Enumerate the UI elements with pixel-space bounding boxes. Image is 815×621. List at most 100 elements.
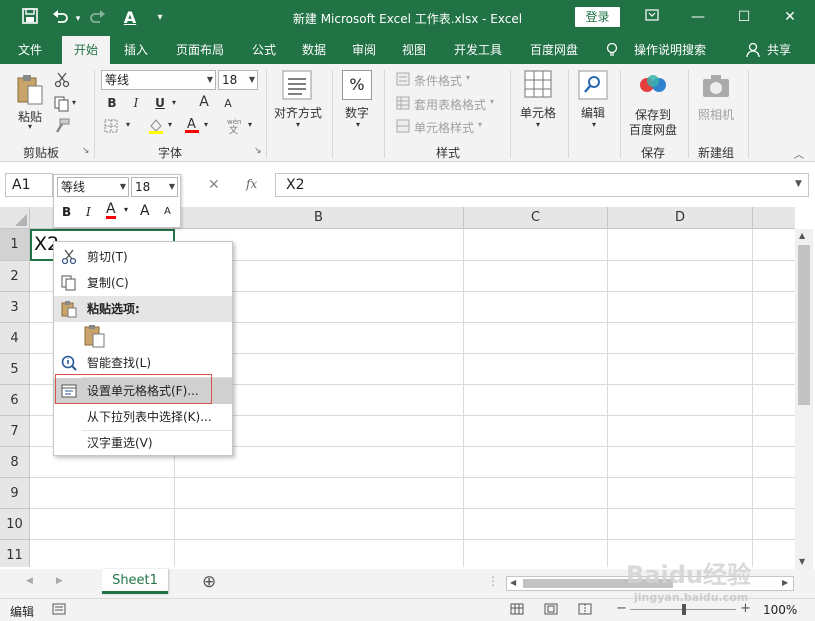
normal-view-icon[interactable] xyxy=(510,603,524,618)
login-button[interactable]: 登录 xyxy=(575,7,620,27)
macro-record-icon[interactable] xyxy=(52,603,66,618)
minimize-button[interactable]: — xyxy=(683,6,713,28)
table-format-button[interactable]: 套用表格格式 xyxy=(414,96,486,113)
camera-button-label[interactable]: 照相机 xyxy=(692,106,740,123)
number-button-label[interactable]: 数字 xyxy=(336,104,378,121)
tab-home[interactable]: 开始 xyxy=(62,36,110,64)
format-painter-icon[interactable] xyxy=(54,118,70,137)
scroll-up-icon[interactable]: ▲ xyxy=(799,231,805,240)
scroll-left-icon[interactable]: ◀ xyxy=(510,578,516,587)
page-layout-view-icon[interactable] xyxy=(544,603,558,618)
copy-dropdown-icon[interactable]: ▾ xyxy=(72,98,76,107)
mini-italic-button[interactable]: I xyxy=(86,205,91,219)
camera-icon[interactable] xyxy=(702,74,730,101)
conditional-format-button[interactable]: 条件格式 xyxy=(414,72,462,89)
tab-data[interactable]: 数据 xyxy=(292,36,336,64)
font-launcher-icon[interactable]: ↘ xyxy=(254,146,262,156)
close-button[interactable]: ✕ xyxy=(775,6,805,28)
tab-formulas[interactable]: 公式 xyxy=(242,36,286,64)
paste-dropdown-icon[interactable]: ▾ xyxy=(24,122,36,131)
alignment-icon[interactable] xyxy=(282,70,312,103)
number-dropdown-icon[interactable]: ▾ xyxy=(352,120,364,129)
row-header[interactable]: 5 xyxy=(0,354,30,385)
number-format-icon[interactable]: % xyxy=(342,70,372,100)
cells-button-label[interactable]: 单元格 xyxy=(516,104,560,121)
font-name-combo[interactable]: 等线 ▼ xyxy=(101,70,216,90)
tab-splitter-icon[interactable]: ⋮ xyxy=(487,574,499,588)
mini-font-combo[interactable]: 等线 ▼ xyxy=(57,177,129,197)
cells-dropdown-icon[interactable]: ▾ xyxy=(532,120,544,129)
font-color-icon[interactable]: A xyxy=(184,116,200,137)
next-sheet-icon[interactable]: ▶ xyxy=(56,576,63,586)
share-button[interactable]: 共享 xyxy=(764,36,794,64)
prev-sheet-icon[interactable]: ◀ xyxy=(26,576,33,586)
vertical-scrollbar[interactable]: ▲ ▼ xyxy=(795,229,813,569)
maximize-button[interactable]: ☐ xyxy=(729,6,759,28)
fill-color-icon[interactable] xyxy=(148,118,164,137)
tab-review[interactable]: 审阅 xyxy=(342,36,386,64)
mini-size-combo[interactable]: 18 ▼ xyxy=(131,177,178,197)
row-header[interactable]: 9 xyxy=(0,478,30,509)
tab-insert[interactable]: 插入 xyxy=(114,36,158,64)
column-header-e[interactable] xyxy=(753,207,795,229)
row-header[interactable]: 1 xyxy=(0,229,30,261)
tab-page-layout[interactable]: 页面布局 xyxy=(168,36,232,64)
fill-color-dropdown-icon[interactable]: ▾ xyxy=(168,120,172,129)
grow-font-button[interactable]: A xyxy=(196,94,212,110)
row-header[interactable]: 8 xyxy=(0,447,30,478)
cell-style-icon[interactable] xyxy=(396,119,410,136)
cancel-formula-icon[interactable]: ✕ xyxy=(208,177,220,193)
find-icon[interactable] xyxy=(578,70,608,103)
copy-icon[interactable] xyxy=(54,96,70,115)
tab-file[interactable]: 文件 xyxy=(8,36,52,64)
mini-bold-button[interactable]: B xyxy=(62,205,71,219)
tell-me-search[interactable]: 操作说明搜索 xyxy=(628,36,712,64)
menu-item-hanzi-reselect[interactable]: 汉字重选(V) xyxy=(54,430,232,456)
mini-color-dropdown-icon[interactable]: ▾ xyxy=(124,205,128,214)
paste-icon[interactable] xyxy=(16,74,44,109)
mini-shrink-font-button[interactable]: A xyxy=(164,206,171,217)
save-to-baidu-label2[interactable]: 百度网盘 xyxy=(626,121,680,138)
insert-function-button[interactable]: fx xyxy=(246,177,257,191)
menu-item-copy[interactable]: 复制(C) xyxy=(54,270,232,296)
shrink-font-button[interactable]: A xyxy=(222,97,234,110)
formula-input[interactable]: X2 xyxy=(275,173,809,197)
borders-icon[interactable] xyxy=(104,119,118,136)
font-color-dropdown-icon[interactable]: ▾ xyxy=(204,120,208,129)
menu-item-smart-lookup[interactable]: 智能查找(L) xyxy=(54,350,232,376)
row-header[interactable]: 7 xyxy=(0,416,30,447)
underline-button[interactable]: U xyxy=(152,96,168,110)
ribbon-display-icon[interactable] xyxy=(637,6,667,28)
scroll-thumb[interactable] xyxy=(798,245,810,405)
sheet-tab-sheet1[interactable]: Sheet1 xyxy=(102,569,168,594)
borders-dropdown-icon[interactable]: ▾ xyxy=(126,120,130,129)
cell-style-button[interactable]: 单元格样式 xyxy=(414,119,474,136)
select-all-corner[interactable] xyxy=(0,207,30,229)
baidu-netdisk-icon[interactable] xyxy=(638,72,668,101)
underline-dropdown-icon[interactable]: ▾ xyxy=(172,98,176,107)
page-break-view-icon[interactable] xyxy=(578,603,592,618)
tab-baidu[interactable]: 百度网盘 xyxy=(520,36,588,64)
bold-button[interactable]: B xyxy=(104,96,120,110)
phonetic-dropdown-icon[interactable]: ▾ xyxy=(248,120,252,129)
menu-item-cut[interactable]: 剪切(T) xyxy=(54,244,232,270)
row-header[interactable]: 6 xyxy=(0,385,30,416)
conditional-format-icon[interactable] xyxy=(396,72,410,89)
mini-font-color-button[interactable]: A xyxy=(106,202,116,219)
column-header-c[interactable]: C xyxy=(464,207,608,229)
name-box[interactable]: A1 xyxy=(5,173,53,197)
row-header[interactable]: 11 xyxy=(0,540,30,567)
clipboard-launcher-icon[interactable]: ↘ xyxy=(82,146,90,156)
editing-button-label[interactable]: 编辑 xyxy=(572,104,614,121)
italic-button[interactable]: I xyxy=(128,96,144,110)
table-format-icon[interactable] xyxy=(396,96,410,113)
paste-option-icon[interactable] xyxy=(84,324,106,351)
column-header-b[interactable]: B xyxy=(174,207,464,229)
collapse-ribbon-icon[interactable]: ︿ xyxy=(794,146,804,161)
font-size-combo[interactable]: 18 ▼ xyxy=(218,70,258,90)
mini-grow-font-button[interactable]: A xyxy=(140,203,150,219)
row-header[interactable]: 4 xyxy=(0,323,30,354)
row-header[interactable]: 10 xyxy=(0,509,30,540)
menu-item-pick-from-list[interactable]: 从下拉列表中选择(K)... xyxy=(54,404,232,430)
tab-view[interactable]: 视图 xyxy=(392,36,436,64)
